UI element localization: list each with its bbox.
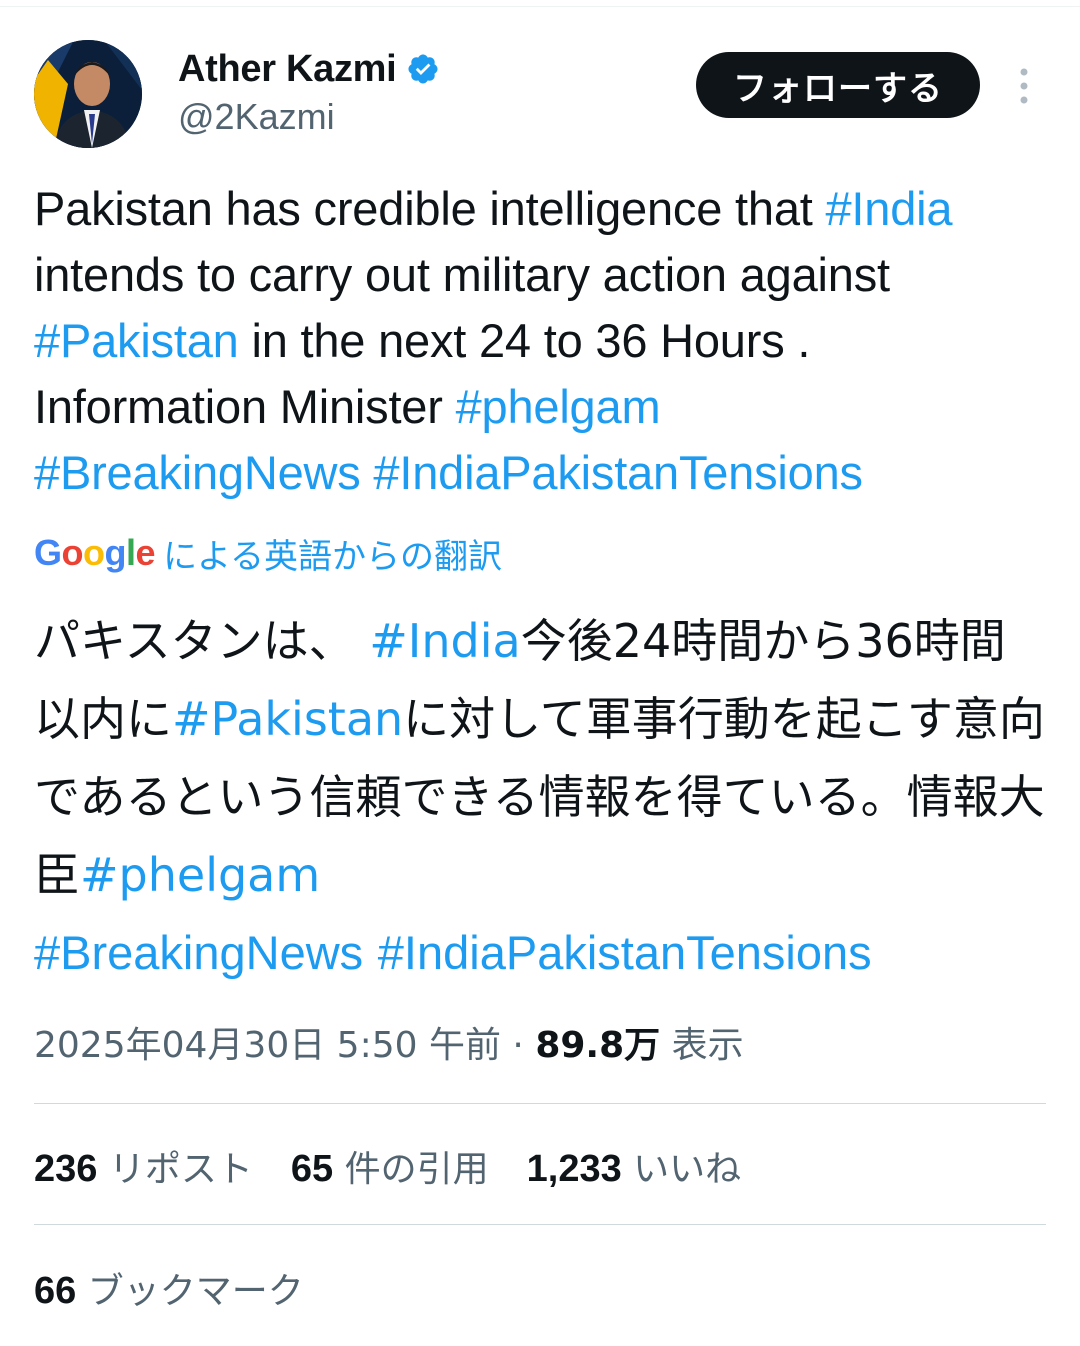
- tweet-meta: 2025年04月30日 5:50 午前 · 89.8万 表示: [34, 1016, 744, 1068]
- avatar[interactable]: [34, 40, 142, 148]
- engagement-stats: 236 リポスト 65 件の引用 1,233 いいね: [34, 1140, 779, 1192]
- hashtag-link[interactable]: #phelgam: [456, 380, 661, 433]
- hashtag-link[interactable]: #phelgam: [80, 848, 320, 902]
- author-info: Ather Kazmi @2Kazmi: [178, 46, 440, 138]
- translation-attribution[interactable]: Google による英語からの翻訳: [34, 529, 502, 578]
- tweet-text-part: Pakistan has credible intelligence that: [34, 182, 826, 235]
- quotes-count: 65: [290, 1148, 334, 1190]
- likes-stat[interactable]: 1,233 いいね: [527, 1140, 742, 1192]
- quotes-label: 件の引用: [344, 1149, 489, 1190]
- google-logo: Google: [34, 532, 156, 573]
- translated-tweet-text: パキスタンは、 #India今後24時間から36時間以内に#Pakistanに対…: [34, 602, 1046, 992]
- display-name-row: Ather Kazmi: [178, 46, 440, 92]
- hashtag-link[interactable]: #India: [825, 182, 952, 235]
- hashtag-link[interactable]: #BreakingNews: [34, 926, 363, 979]
- more-vertical-icon[interactable]: [1012, 66, 1036, 106]
- hashtag-link[interactable]: #IndiaPakistanTensions: [378, 926, 872, 979]
- display-name[interactable]: Ather Kazmi: [178, 48, 397, 91]
- tweet-header: Ather Kazmi @2Kazmi フォローする: [34, 40, 1046, 152]
- hashtag-link[interactable]: #IndiaPakistanTensions: [373, 446, 863, 499]
- quotes-stat[interactable]: 65 件の引用: [291, 1140, 489, 1192]
- reposts-label: リポスト: [108, 1149, 253, 1190]
- likes-label: いいね: [633, 1149, 742, 1190]
- hashtag-link[interactable]: #Pakistan: [172, 692, 403, 746]
- tweet-text: Pakistan has credible intelligence that …: [34, 176, 1046, 506]
- likes-count: 1,233: [526, 1148, 622, 1190]
- follow-button[interactable]: フォローする: [696, 52, 980, 118]
- verified-badge-icon[interactable]: [406, 52, 440, 86]
- author-handle[interactable]: @2Kazmi: [178, 96, 440, 138]
- reposts-stat[interactable]: 236 リポスト: [34, 1140, 253, 1192]
- bookmarks-count: 66: [34, 1270, 77, 1312]
- hashtag-link[interactable]: #Pakistan: [34, 314, 239, 367]
- bookmarks-label: ブックマーク: [87, 1271, 304, 1312]
- tweet-text-part: intends to carry out military action aga…: [34, 248, 890, 301]
- avatar-image: [34, 40, 142, 148]
- translated-text-part: パキスタンは、: [34, 614, 370, 668]
- meta-separator: ·: [512, 1025, 524, 1066]
- divider: [34, 1103, 1046, 1104]
- views-label: 表示: [671, 1025, 744, 1066]
- timestamp[interactable]: 2025年04月30日 5:50 午前: [34, 1025, 501, 1066]
- hashtag-link[interactable]: #BreakingNews: [34, 446, 361, 499]
- translation-label[interactable]: による英語からの翻訳: [163, 529, 502, 578]
- bookmarks-stat[interactable]: 66 ブックマーク: [34, 1262, 304, 1314]
- top-divider: [0, 6, 1080, 7]
- views-count: 89.8万: [535, 1025, 661, 1066]
- hashtag-link[interactable]: #India: [369, 614, 520, 668]
- divider: [34, 1224, 1046, 1225]
- reposts-count: 236: [34, 1148, 98, 1190]
